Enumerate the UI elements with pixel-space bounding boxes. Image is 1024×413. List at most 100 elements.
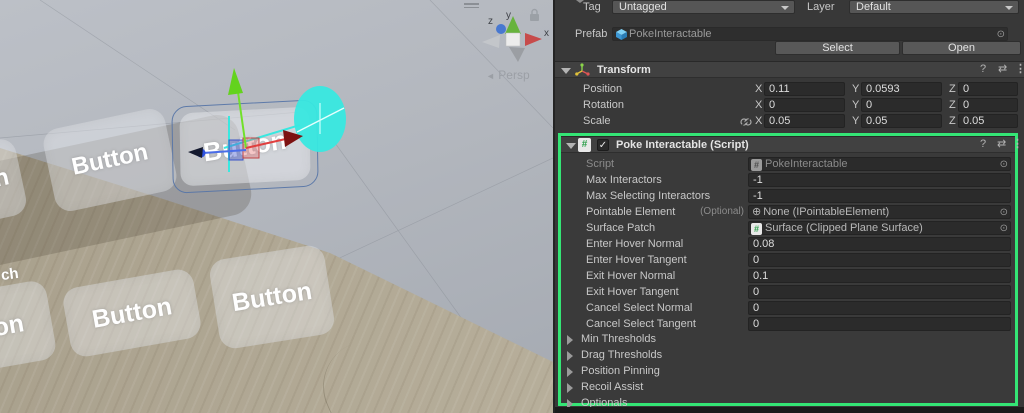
foldout-caret-icon[interactable]: [567, 383, 573, 393]
axis-y-label: y: [506, 10, 511, 21]
chevron-down-icon: [781, 6, 789, 10]
field-value[interactable]: ⊕ None (IPointableElement) ⊙: [748, 205, 1011, 219]
transform-header[interactable]: Transform ? ⇄ ⋮: [555, 61, 1024, 78]
transform-scale-z-field[interactable]: 0.05: [958, 114, 1018, 128]
axis-z-label: Z: [949, 115, 956, 127]
foldout-label[interactable]: Recoil Assist: [581, 381, 643, 394]
persp-arrow-icon: ◄: [486, 71, 495, 81]
help-icon[interactable]: ?: [980, 62, 986, 77]
axis-x-label: X: [755, 99, 763, 111]
inspector-bottom-strip: [555, 407, 1024, 413]
transform-position-z-field[interactable]: 0: [958, 82, 1018, 96]
poke-interactable-component: # ✓ Poke Interactable (Script) ? ⇄ ⋮ Scr…: [558, 133, 1023, 409]
field-label: Exit Hover Normal: [586, 270, 676, 282]
transform-rotation-z-field[interactable]: 0: [958, 98, 1018, 112]
axis-neg-z-cone: [509, 47, 525, 62]
transform-row-label: Scale: [583, 115, 611, 127]
field-value[interactable]: -1: [748, 189, 1011, 203]
tag-label: Tag: [583, 1, 601, 13]
scene-view[interactable]: Button Button Button Button Button ch Button: [0, 0, 553, 413]
field-value[interactable]: # PokeInteractable ⊙: [748, 157, 1011, 171]
object-picker-icon[interactable]: ⊙: [997, 29, 1005, 40]
axis-z-label: z: [488, 16, 493, 27]
object-circle-icon: ⊕: [752, 206, 762, 218]
field-value[interactable]: 0.1: [748, 269, 1011, 283]
transform-scale-x-field[interactable]: 0.05: [764, 114, 845, 128]
field-label: Cancel Select Normal: [586, 302, 693, 314]
transform-rotation-y-field[interactable]: 0: [861, 98, 942, 112]
prefab-label: Prefab: [575, 28, 608, 40]
field-label: Surface Patch: [586, 222, 656, 234]
axis-x-label: X: [755, 83, 763, 95]
axis-neg-x-cone: [482, 35, 500, 48]
object-field-text: PokeInteractable: [765, 158, 848, 170]
lock-icon: [530, 8, 539, 21]
object-picker-icon[interactable]: ⊙: [1000, 207, 1008, 218]
kebab-menu-icon[interactable]: ⋮: [1012, 137, 1023, 152]
perspective-toggle[interactable]: ◄ Persp: [486, 68, 530, 82]
foldout-label[interactable]: Drag Thresholds: [581, 349, 662, 362]
help-icon[interactable]: ?: [980, 137, 986, 152]
field-value[interactable]: -1: [748, 173, 1011, 187]
field-value[interactable]: 0: [748, 301, 1011, 315]
poke-title: Poke Interactable (Script): [616, 139, 749, 151]
transform-row-label: Position: [583, 83, 623, 95]
field-value[interactable]: 0: [748, 285, 1011, 299]
field-label: Exit Hover Tangent: [586, 286, 679, 298]
scene-button-label: Button: [229, 276, 314, 317]
layer-label: Layer: [807, 1, 835, 13]
transform-title: Transform: [597, 64, 651, 76]
presets-icon[interactable]: ⇄: [997, 137, 1006, 152]
script-icon: #: [751, 223, 762, 235]
layer-dropdown[interactable]: Default: [849, 0, 1019, 14]
field-value[interactable]: 0.08: [748, 237, 1011, 251]
overlay-handle-icon[interactable]: [464, 3, 479, 9]
foldout-label[interactable]: Min Thresholds: [581, 333, 656, 346]
tag-dropdown[interactable]: Untagged: [612, 0, 795, 14]
field-value[interactable]: 0: [748, 317, 1011, 331]
component-enabled-checkbox[interactable]: ✓: [597, 139, 609, 151]
scale-link-icon[interactable]: [740, 117, 752, 127]
prefab-open-button[interactable]: Open: [902, 41, 1021, 55]
scene-button-label: Button: [89, 291, 174, 334]
foldout-caret-icon[interactable]: [566, 143, 576, 149]
scene-orientation-gizmo[interactable]: y z x: [478, 4, 553, 74]
axis-y-label: Y: [852, 99, 860, 111]
presets-icon[interactable]: ⇄: [998, 62, 1007, 77]
scene-button-label: Button: [69, 138, 151, 181]
inspector-panel: Tag Untagged Layer Default Prefab PokeIn…: [555, 0, 1024, 413]
foldout-caret-icon[interactable]: [567, 367, 573, 377]
field-label: Cancel Select Tangent: [586, 318, 696, 330]
transform-scale-y-field[interactable]: 0.05: [861, 114, 942, 128]
script-icon: #: [751, 159, 762, 171]
prefab-select-button[interactable]: Select: [775, 41, 900, 55]
scene-text-fragment: ch: [0, 264, 20, 285]
foldout-caret-icon[interactable]: [567, 351, 573, 361]
transform-position-x-field[interactable]: 0.11: [764, 82, 845, 96]
scene-button-object[interactable]: Button: [207, 243, 337, 351]
axis-z-label: Z: [949, 83, 956, 95]
foldout-caret-icon[interactable]: [567, 335, 573, 345]
object-picker-icon[interactable]: ⊙: [1000, 223, 1008, 234]
object-field-text: None (IPointableElement): [763, 206, 890, 218]
foldout-label[interactable]: Position Pinning: [581, 365, 660, 378]
foldout-caret-icon[interactable]: [561, 68, 571, 74]
selected-button-label: Button: [201, 124, 289, 168]
field-value[interactable]: # Surface (Clipped Plane Surface) ⊙: [748, 221, 1011, 235]
field-value[interactable]: 0: [748, 253, 1011, 267]
poke-header[interactable]: # ✓ Poke Interactable (Script) ? ⇄ ⋮: [561, 136, 1023, 153]
axis-y-label: Y: [852, 115, 860, 127]
transform-position-y-field[interactable]: 0.0593: [861, 82, 942, 96]
object-picker-icon[interactable]: ⊙: [1000, 159, 1008, 170]
axis-z-ball: [496, 24, 506, 34]
selected-button-object[interactable]: Button: [179, 106, 311, 187]
object-field-text: Surface (Clipped Plane Surface): [765, 222, 923, 234]
axis-z-label: Z: [949, 99, 956, 111]
kebab-menu-icon[interactable]: ⋮: [1015, 62, 1024, 77]
transform-icon: [575, 63, 590, 76]
transform-rotation-x-field[interactable]: 0: [764, 98, 845, 112]
prefab-cube-icon: [616, 29, 627, 40]
field-label: Enter Hover Tangent: [586, 254, 687, 266]
prefab-field[interactable]: PokeInteractable ⊙: [612, 27, 1008, 41]
optional-tag: (Optional): [700, 206, 744, 217]
